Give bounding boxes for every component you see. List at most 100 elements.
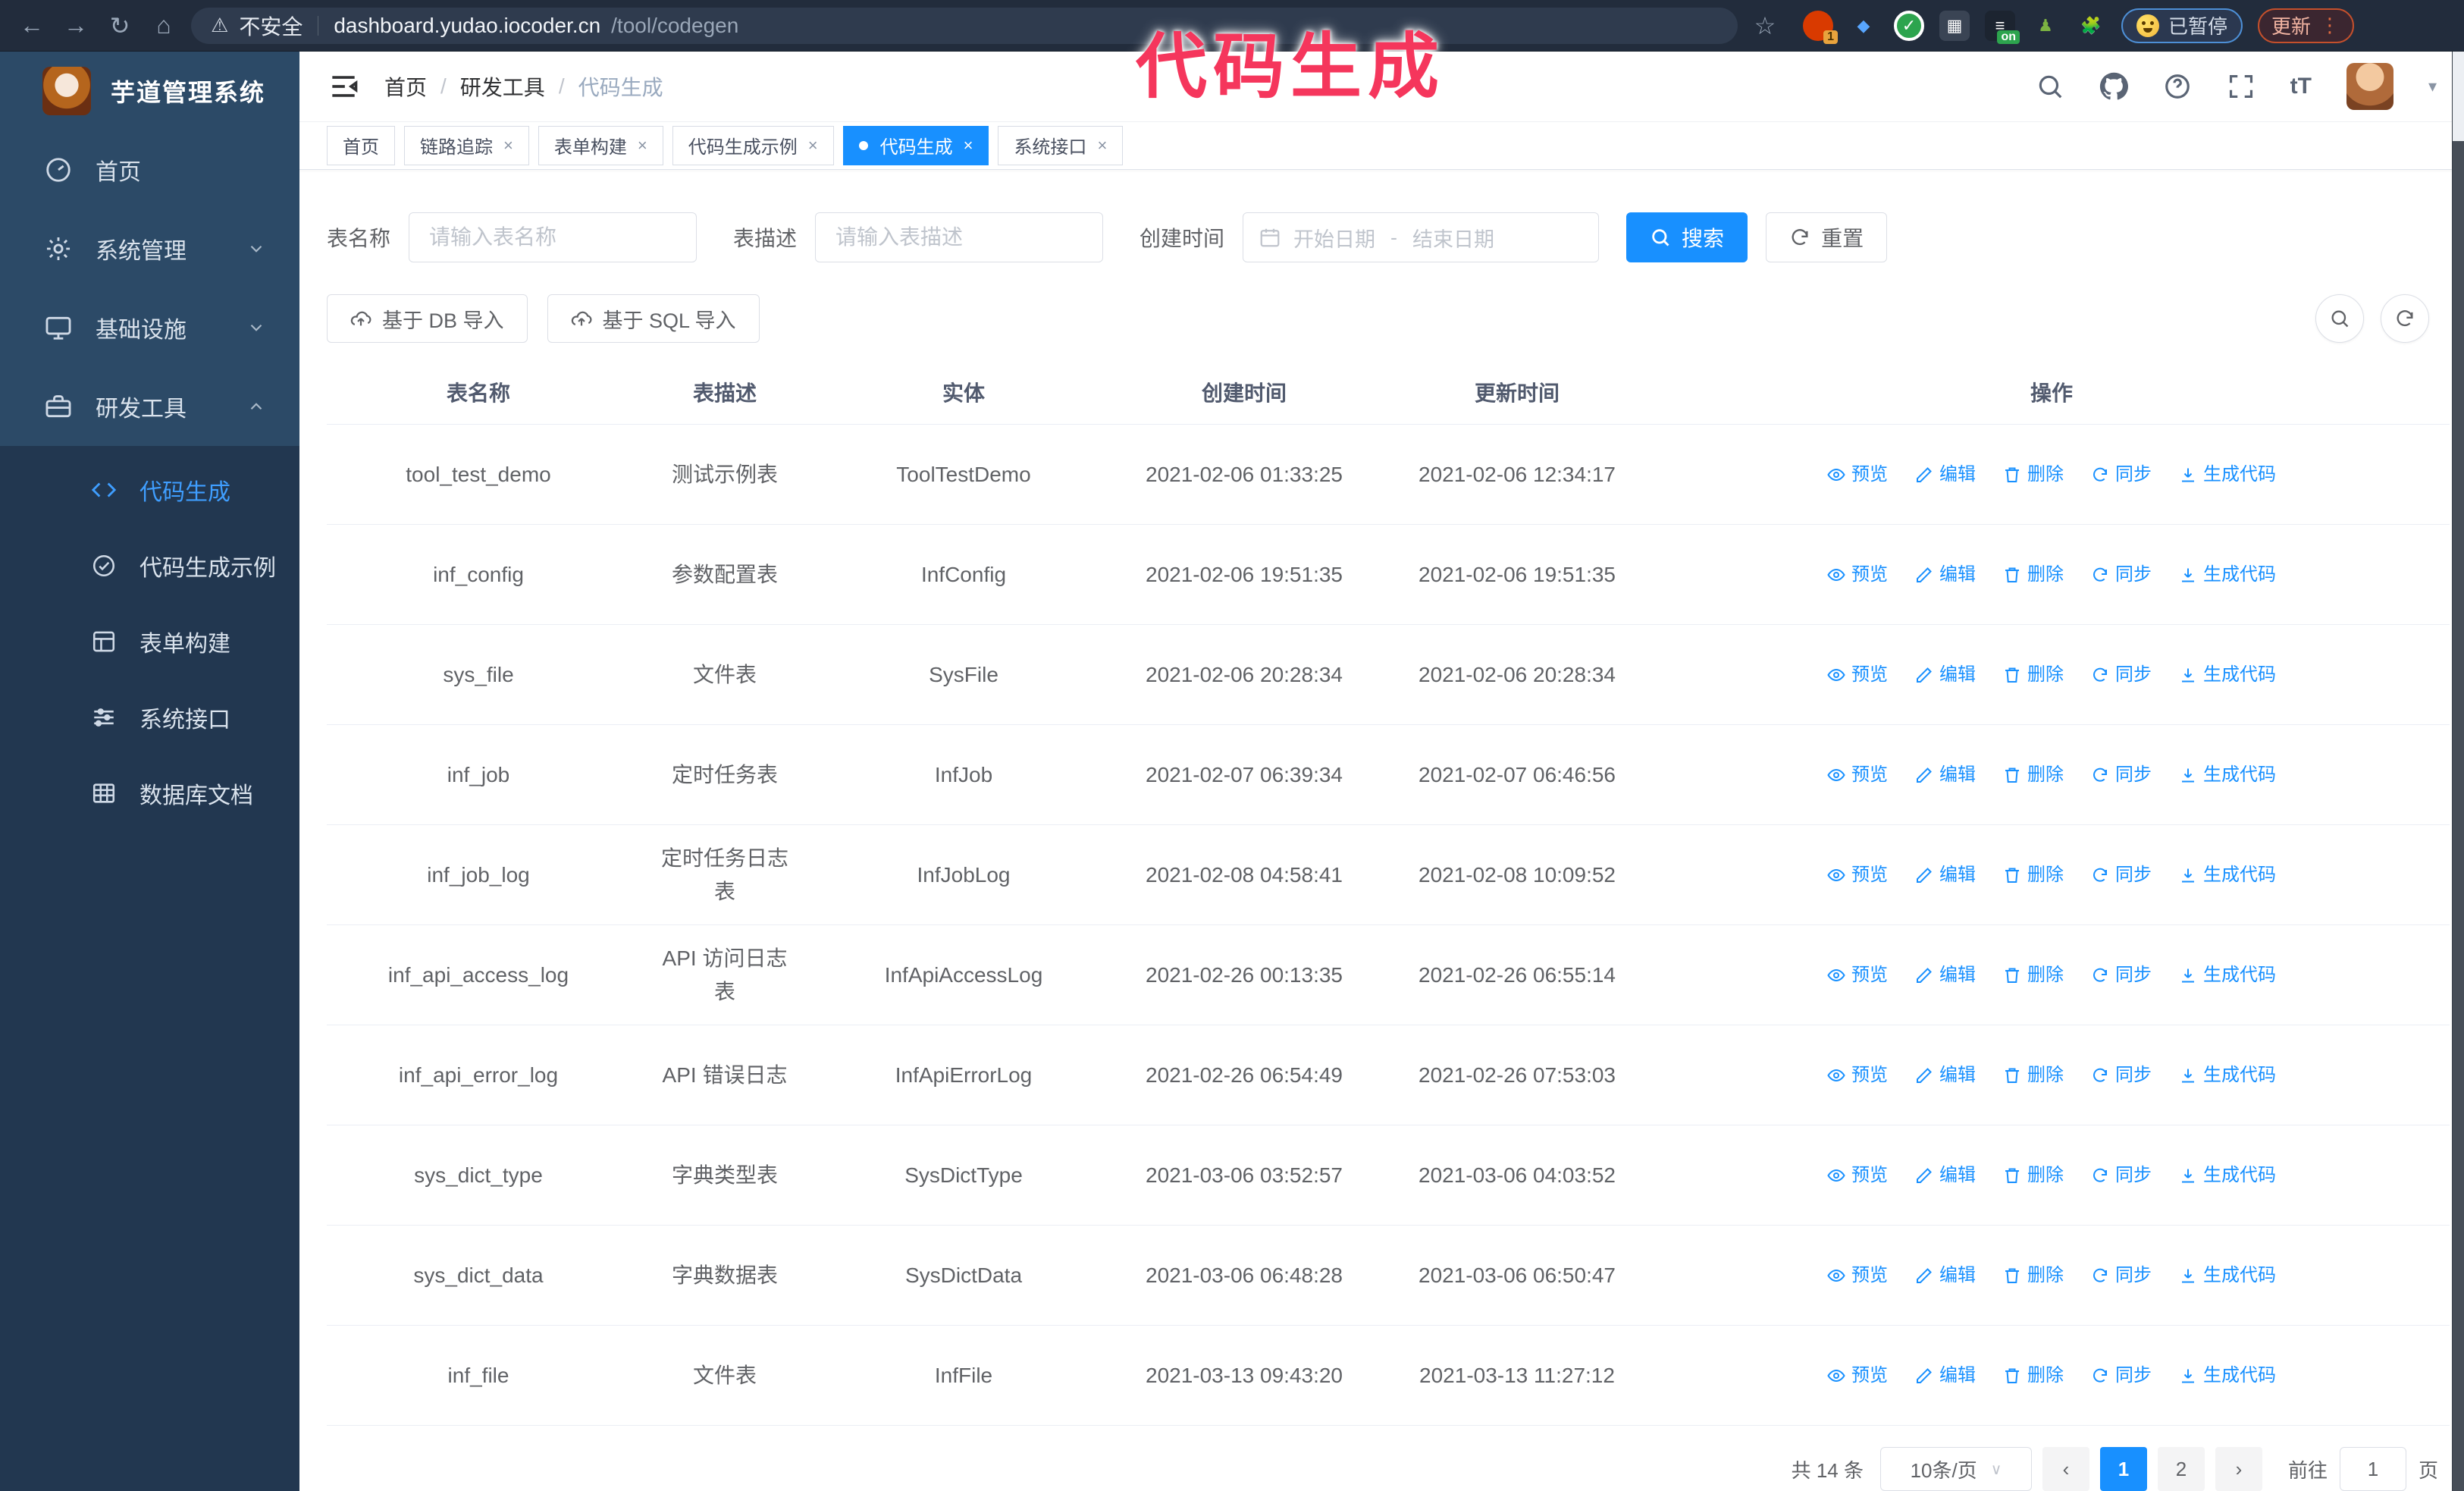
action-generate-link[interactable]: 生成代码 [2179, 1361, 2276, 1389]
action-delete-link[interactable]: 删除 [2003, 861, 2064, 889]
action-sync-link[interactable]: 同步 [2091, 861, 2152, 889]
table-name-input[interactable] [409, 212, 698, 262]
extension-green-robot-icon[interactable]: ♟ [2030, 11, 2061, 41]
table-desc-input[interactable] [815, 212, 1104, 262]
action-edit-link[interactable]: 编辑 [1915, 1161, 1976, 1189]
tab-codegen[interactable]: 代码生成 × [842, 125, 989, 165]
sidebar-item-codegen-demo[interactable]: 代码生成示例 [0, 528, 299, 604]
action-delete-link[interactable]: 删除 [2003, 961, 2064, 989]
action-preview-link[interactable]: 预览 [1827, 1361, 1888, 1389]
action-delete-link[interactable]: 删除 [2003, 1161, 2064, 1189]
search-button[interactable]: 搜索 [1626, 212, 1748, 262]
update-button[interactable]: 更新 ⋮ [2258, 8, 2355, 43]
action-edit-link[interactable]: 编辑 [1915, 861, 1976, 889]
sidebar-item-system[interactable]: 系统管理 [0, 209, 299, 288]
action-preview-link[interactable]: 预览 [1827, 761, 1888, 789]
action-preview-link[interactable]: 预览 [1827, 1261, 1888, 1289]
scrollbar-track[interactable] [2452, 52, 2464, 1491]
sidebar-item-home[interactable]: 首页 [0, 130, 299, 209]
action-preview-link[interactable]: 预览 [1827, 961, 1888, 989]
goto-page-input[interactable] [2339, 1447, 2406, 1491]
action-edit-link[interactable]: 编辑 [1915, 961, 1976, 989]
action-generate-link[interactable]: 生成代码 [2179, 1261, 2276, 1289]
page-button-1[interactable]: 1 [2099, 1447, 2147, 1491]
page-button-2[interactable]: 2 [2157, 1447, 2205, 1491]
import-sql-button[interactable]: 基于 SQL 导入 [547, 294, 760, 343]
home-icon[interactable]: ⌂ [147, 9, 180, 42]
refresh-table-button[interactable] [2381, 294, 2429, 343]
action-edit-link[interactable]: 编辑 [1915, 661, 1976, 689]
close-icon[interactable]: × [964, 136, 973, 155]
action-edit-link[interactable]: 编辑 [1915, 761, 1976, 789]
reset-button[interactable]: 重置 [1766, 212, 1888, 262]
address-bar[interactable]: ⚠ 不安全 dashboard.yudao.iocoder.cn/tool/co… [191, 7, 1738, 44]
breadcrumb-devtools[interactable]: 研发工具 [460, 71, 545, 102]
sidebar-item-infra[interactable]: 基础设施 [0, 288, 299, 367]
action-generate-link[interactable]: 生成代码 [2179, 460, 2276, 488]
sidebar-item-devtools[interactable]: 研发工具 [0, 367, 299, 446]
action-sync-link[interactable]: 同步 [2091, 961, 2152, 989]
forward-icon[interactable]: → [59, 9, 92, 42]
action-generate-link[interactable]: 生成代码 [2179, 961, 2276, 989]
action-preview-link[interactable]: 预览 [1827, 460, 1888, 488]
security-warning-label[interactable]: 不安全 [239, 11, 303, 41]
action-sync-link[interactable]: 同步 [2091, 661, 2152, 689]
breadcrumb-home[interactable]: 首页 [384, 71, 427, 102]
kebab-menu-icon[interactable]: ⋮ [2320, 14, 2340, 37]
action-preview-link[interactable]: 预览 [1827, 1161, 1888, 1189]
action-preview-link[interactable]: 预览 [1827, 861, 1888, 889]
help-icon[interactable] [2163, 72, 2192, 101]
logo-row[interactable]: 芋道管理系统 [0, 52, 299, 130]
tab-form-builder[interactable]: 表单构建 × [538, 125, 663, 165]
next-page-button[interactable]: › [2215, 1447, 2262, 1491]
extension-green-check-icon[interactable]: ✓ [1894, 10, 1924, 41]
action-generate-link[interactable]: 生成代码 [2179, 1061, 2276, 1089]
sidebar-item-form-builder[interactable]: 表单构建 [0, 604, 299, 680]
sidebar-item-system-api[interactable]: 系统接口 [0, 680, 299, 755]
page-size-select[interactable]: 10条/页 ∨ [1879, 1447, 2032, 1491]
sidebar-item-codegen[interactable]: 代码生成 [0, 452, 299, 528]
action-delete-link[interactable]: 删除 [2003, 761, 2064, 789]
extension-gem-icon[interactable]: ◆ [1848, 11, 1879, 41]
action-edit-link[interactable]: 编辑 [1915, 460, 1976, 488]
action-preview-link[interactable]: 预览 [1827, 560, 1888, 589]
action-delete-link[interactable]: 删除 [2003, 661, 2064, 689]
action-edit-link[interactable]: 编辑 [1915, 560, 1976, 589]
action-edit-link[interactable]: 编辑 [1915, 1061, 1976, 1089]
action-edit-link[interactable]: 编辑 [1915, 1261, 1976, 1289]
action-generate-link[interactable]: 生成代码 [2179, 861, 2276, 889]
action-delete-link[interactable]: 删除 [2003, 1261, 2064, 1289]
action-sync-link[interactable]: 同步 [2091, 761, 2152, 789]
action-sync-link[interactable]: 同步 [2091, 560, 2152, 589]
github-icon[interactable] [2099, 72, 2128, 101]
close-icon[interactable]: × [808, 136, 818, 155]
back-icon[interactable]: ← [15, 9, 49, 42]
security-warning-icon[interactable]: ⚠ [211, 14, 228, 37]
tab-system-api[interactable]: 系统接口 × [998, 125, 1124, 165]
extension-orange-icon[interactable]: 1 [1803, 10, 1838, 44]
search-icon[interactable] [2036, 72, 2064, 101]
tab-tracing[interactable]: 链路追踪 × [404, 125, 529, 165]
close-icon[interactable]: × [638, 136, 647, 155]
reload-icon[interactable]: ↻ [103, 9, 136, 42]
extensions-puzzle-icon[interactable]: 🧩 [2076, 11, 2106, 41]
bookmark-star-icon[interactable]: ☆ [1748, 9, 1782, 42]
prev-page-button[interactable]: ‹ [2042, 1447, 2089, 1491]
avatar-dropdown-icon[interactable]: ▾ [2428, 77, 2437, 96]
user-avatar[interactable] [2346, 62, 2393, 110]
action-preview-link[interactable]: 预览 [1827, 661, 1888, 689]
action-sync-link[interactable]: 同步 [2091, 460, 2152, 488]
action-generate-link[interactable]: 生成代码 [2179, 560, 2276, 589]
date-range-picker[interactable]: 开始日期 - 结束日期 [1243, 212, 1600, 262]
action-preview-link[interactable]: 预览 [1827, 1061, 1888, 1089]
action-delete-link[interactable]: 删除 [2003, 1061, 2064, 1089]
action-delete-link[interactable]: 删除 [2003, 460, 2064, 488]
paused-badge[interactable]: 已暂停 [2121, 8, 2243, 43]
action-sync-link[interactable]: 同步 [2091, 1361, 2152, 1389]
extension-grid-icon[interactable]: ▦ [1939, 10, 1970, 41]
action-delete-link[interactable]: 删除 [2003, 560, 2064, 589]
action-sync-link[interactable]: 同步 [2091, 1261, 2152, 1289]
font-size-icon[interactable]: tT [2290, 74, 2312, 99]
import-db-button[interactable]: 基于 DB 导入 [327, 294, 528, 343]
scrollbar-thumb[interactable] [2453, 52, 2464, 141]
